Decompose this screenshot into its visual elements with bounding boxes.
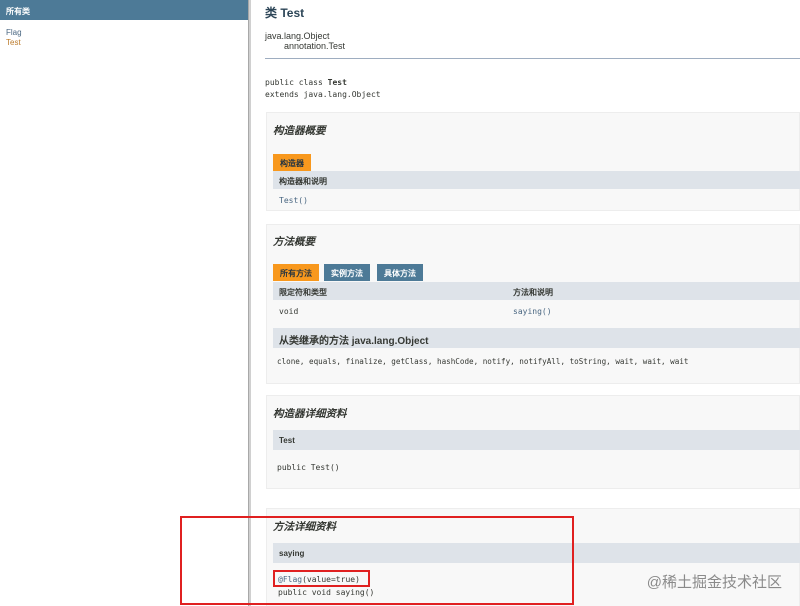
- column-header: 限定符和类型 方法和说明: [273, 282, 800, 300]
- constructor-detail-name: Test: [279, 436, 295, 445]
- column-header-type: 限定符和类型: [279, 288, 327, 297]
- tab-concrete-methods[interactable]: 具体方法: [377, 264, 423, 281]
- column-header-method: 方法和说明: [513, 288, 553, 297]
- class-link-flag[interactable]: Flag: [0, 28, 248, 38]
- highlight-box-method-detail: [180, 516, 574, 605]
- inheritance-root: java.lang.Object: [265, 31, 330, 41]
- all-classes-header: 所有类: [0, 0, 248, 20]
- method-return-type: void: [279, 307, 299, 316]
- inherited-methods-header: 从类继承的方法 java.lang.Object: [273, 328, 800, 348]
- class-list: Flag Test: [0, 20, 248, 48]
- column-header-label: 构造器和说明: [279, 177, 327, 186]
- class-extends: extends java.lang.Object: [265, 90, 381, 99]
- constructor-summary-section: 构造器概要 构造器 构造器和说明 Test(): [266, 112, 800, 211]
- tab-instance-methods[interactable]: 实例方法: [324, 264, 370, 281]
- tab-all-methods[interactable]: 所有方法: [273, 264, 319, 281]
- class-name: Test: [327, 78, 347, 87]
- tab-constructors[interactable]: 构造器: [273, 154, 311, 171]
- constructor-signature: public Test(): [277, 463, 340, 472]
- method-summary-section: 方法概要 所有方法 实例方法 具体方法 限定符和类型 方法和说明 void sa…: [266, 224, 800, 384]
- watermark: @稀土掘金技术社区: [646, 574, 782, 591]
- constructor-detail-header: Test: [273, 430, 800, 450]
- constructor-link-test[interactable]: Test(): [279, 196, 308, 205]
- section-title: 构造器详细资料: [273, 408, 347, 420]
- column-header: 构造器和说明: [273, 171, 800, 189]
- method-link-saying[interactable]: saying(): [513, 307, 552, 316]
- class-link-test[interactable]: Test: [0, 38, 248, 48]
- inherited-methods-title: 从类继承的方法 java.lang.Object: [279, 336, 429, 347]
- section-title: 构造器概要: [273, 125, 326, 137]
- class-declaration: public class Test: [265, 78, 347, 87]
- page-title: 类 Test: [265, 6, 305, 20]
- header-divider: [265, 58, 800, 59]
- inheritance-class: annotation.Test: [284, 41, 346, 51]
- inherited-methods-list[interactable]: clone, equals, finalize, getClass, hashC…: [277, 357, 688, 366]
- highlight-box-annotation: [273, 570, 370, 587]
- constructor-detail-section: 构造器详细资料 Test public Test(): [266, 395, 800, 489]
- section-title: 方法概要: [273, 236, 315, 248]
